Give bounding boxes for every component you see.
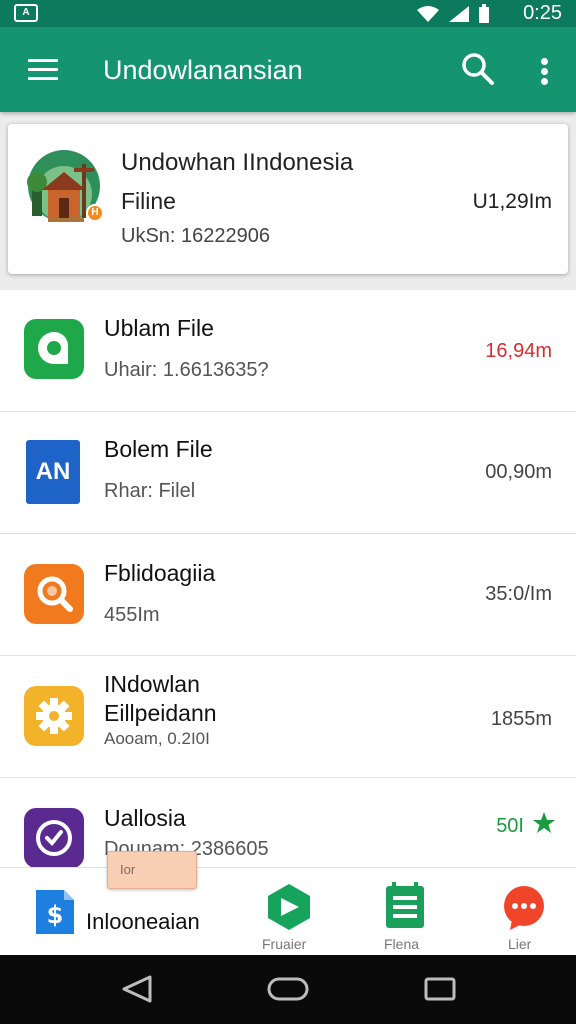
list-item[interactable]: Uallosia Dounam: 2386605 50I	[0, 778, 576, 867]
file-name: Ublam File	[104, 315, 214, 341]
featured-subtitle: Filine	[121, 188, 176, 214]
chat-icon	[500, 884, 548, 932]
list-item[interactable]: Ublam File Uhair: 1.6613635? 16,94m	[0, 290, 576, 412]
file-name: Uallosia	[104, 805, 186, 831]
app-bar: Undowlanansian	[0, 27, 576, 112]
file-size: 00,90m	[485, 461, 552, 483]
nav-item-lier[interactable]: Lier	[490, 868, 570, 956]
recents-icon[interactable]	[420, 973, 460, 1005]
star-icon[interactable]	[532, 811, 556, 835]
status-icons	[416, 4, 490, 24]
system-navigation-bar	[0, 955, 576, 1024]
svg-text:$: $	[47, 901, 64, 929]
battery-icon	[479, 4, 489, 23]
toast-popup: Ior	[107, 851, 197, 889]
home-icon[interactable]	[266, 973, 310, 1005]
nav-item-flena[interactable]: Flena	[368, 868, 448, 956]
document-icon: AN	[26, 440, 80, 504]
page-title: Undowlanansian	[103, 55, 303, 85]
file-size: 50I	[496, 815, 524, 837]
orange-badge: H	[86, 204, 104, 222]
nav-item-label: Flena	[384, 936, 420, 952]
list-item[interactable]: Fblidoagiia 455Im 35:0/Im	[0, 534, 576, 656]
search-icon[interactable]	[458, 49, 498, 89]
featured-size: U1,29Im	[472, 190, 552, 213]
file-detail: Rhar: Filel	[104, 480, 196, 502]
file-name: INdowlan	[104, 671, 200, 697]
featured-file-card[interactable]: H Undowhan IIndonesia Filine UkSn: 16222…	[8, 124, 568, 274]
clock-icon	[24, 808, 84, 867]
file-name: Bolem File	[104, 436, 213, 462]
gear-icon	[24, 686, 84, 746]
menu-icon[interactable]	[24, 53, 62, 87]
back-icon[interactable]	[118, 973, 158, 1005]
clock-time: 0:25	[523, 2, 562, 24]
list-doc-icon	[384, 882, 426, 930]
file-detail: 455Im	[104, 604, 160, 626]
wifi-icon	[417, 6, 439, 22]
play-shape-icon	[266, 882, 312, 932]
featured-meta: UkSn: 16222906	[121, 225, 271, 247]
file-name: Fblidoagiia	[104, 560, 216, 586]
nav-item-label: Lier	[508, 936, 532, 952]
file-detail: Aooam, 0.2I0I	[104, 729, 210, 748]
featured-title: Undowhan IIndonesia	[121, 149, 354, 176]
magnifier-icon	[24, 564, 84, 624]
document-icon-text: AN	[35, 458, 71, 485]
list-item[interactable]: AN Bolem File Rhar: Filel 00,90m	[0, 412, 576, 534]
file-size: 16,94m	[485, 340, 552, 362]
status-bar: A 0:25	[0, 0, 576, 27]
file-size: 35:0/Im	[485, 583, 552, 605]
signal-icon	[449, 6, 469, 22]
file-size: 1855m	[490, 708, 552, 730]
file-detail: Uhair: 1.6613635?	[104, 359, 269, 381]
file-name-line2: Eillpeidann	[104, 700, 217, 726]
bottom-navigation: $ Inlooneaian Fruaier Flena Lier	[0, 867, 576, 955]
temple-thumbnail: H	[24, 148, 106, 230]
file-list: Ublam File Uhair: 1.6613635? 16,94m AN B…	[0, 290, 576, 867]
dollar-doc-icon: $	[34, 888, 76, 936]
nav-primary-label: Inlooneaian	[86, 909, 200, 934]
chat-bubble-icon	[24, 319, 84, 379]
more-options-icon[interactable]	[530, 51, 560, 91]
nav-item-fruaier[interactable]: Fruaier	[250, 868, 330, 956]
list-item[interactable]: INdowlan Eillpeidann Aooam, 0.2I0I 1855m	[0, 656, 576, 778]
nav-item-label: Fruaier	[262, 936, 307, 952]
notification-icon: A	[14, 4, 38, 22]
